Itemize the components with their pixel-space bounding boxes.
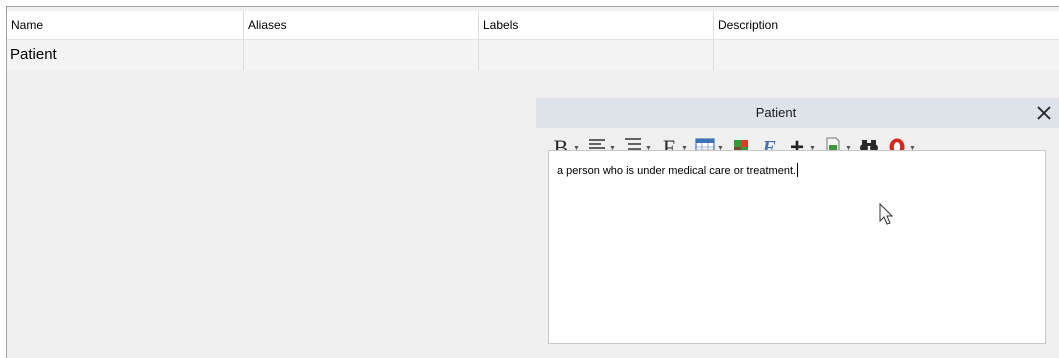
description-text-area[interactable]: a person who is under medical care or tr… [548,150,1046,344]
mouse-pointer-icon [879,203,894,225]
close-icon [1037,106,1051,120]
editor-title-bar: Patient [536,98,1059,128]
column-header-labels[interactable]: Labels [479,11,714,40]
text-caret [797,163,799,177]
table-header: Name Aliases Labels Description [7,11,1059,40]
close-button[interactable] [1033,102,1055,124]
table-row[interactable]: Patient [7,40,1059,70]
column-header-name[interactable]: Name [7,11,244,40]
column-header-description[interactable]: Description [714,11,1059,40]
cell-description[interactable] [714,40,1059,70]
description-text: a person who is under medical care or tr… [557,165,797,177]
cell-labels[interactable] [479,40,714,70]
cell-name[interactable]: Patient [7,40,244,70]
cell-aliases[interactable] [244,40,479,70]
column-header-aliases[interactable]: Aliases [244,11,479,40]
editor-title: Patient [755,105,797,120]
description-editor-popup: Patient B ▼ ▼ ▼ F ▼ ▼ F + ▼ ▼ ▼ a person… [536,98,1059,358]
